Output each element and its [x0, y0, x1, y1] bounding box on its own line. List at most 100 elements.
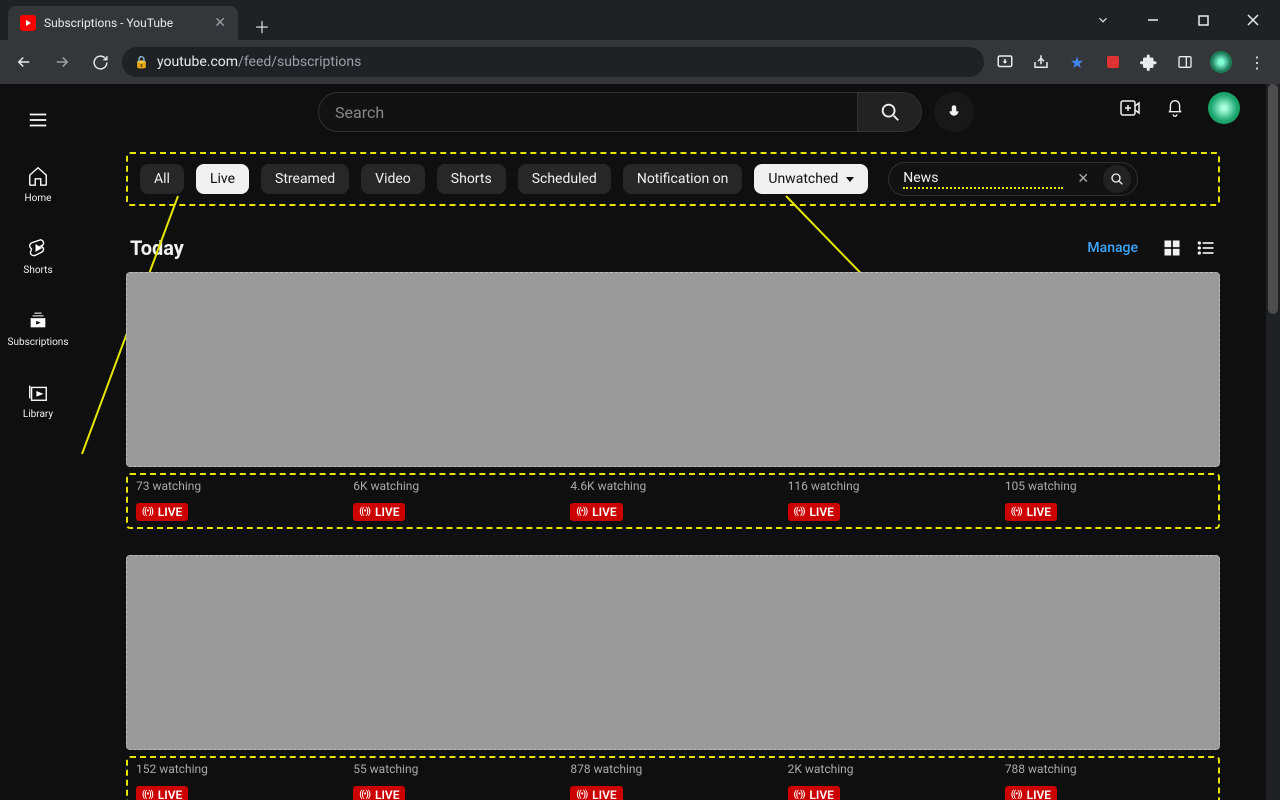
chip-live[interactable]: Live [196, 164, 249, 194]
share-icon[interactable] [1026, 47, 1056, 77]
address-bar[interactable]: 🔒 youtube.com/feed/subscriptions [122, 47, 984, 77]
tab-close-icon[interactable]: ✕ [214, 15, 226, 31]
live-badge: LIVE [788, 503, 840, 521]
search-button[interactable] [858, 92, 922, 132]
scrollbar-thumb[interactable] [1268, 84, 1278, 314]
watching-count: 878 watching [570, 762, 781, 776]
watching-count: 55 watching [353, 762, 564, 776]
watching-count: 152 watching [136, 762, 347, 776]
search-input[interactable]: Search [318, 92, 858, 132]
sidebar-item-home[interactable]: Home [0, 148, 76, 220]
list-view-icon[interactable] [1196, 238, 1216, 258]
chip-scheduled[interactable]: Scheduled [518, 164, 611, 194]
live-badge: LIVE [788, 786, 840, 800]
live-badge: LIVE [1005, 786, 1057, 800]
video-row: 73 watchingLIVE6K watchingLIVE4.6K watch… [126, 272, 1220, 529]
video-meta-row: 152 watchingLIVE55 watchingLIVE878 watch… [126, 756, 1220, 800]
filter-search-icon[interactable] [1103, 165, 1131, 193]
filter-search-value: News [903, 170, 1063, 189]
window-close-button[interactable] [1230, 4, 1276, 36]
manage-link[interactable]: Manage [1087, 240, 1138, 256]
video-meta-cell[interactable]: 788 watching LIVE [999, 762, 1216, 800]
live-badge: LIVE [353, 786, 405, 800]
home-icon [26, 164, 50, 188]
extension-icon-1[interactable] [1098, 47, 1128, 77]
grid-view-icon[interactable] [1162, 238, 1182, 258]
create-button[interactable] [1118, 96, 1142, 120]
browser-chrome: Subscriptions - YouTube ✕ ＋ 🔒 youtube.co… [0, 0, 1280, 84]
new-tab-button[interactable]: ＋ [248, 12, 276, 40]
watching-count: 116 watching [788, 479, 999, 493]
masthead: Search [76, 84, 1280, 140]
profile-button[interactable] [1206, 47, 1236, 77]
video-meta-cell[interactable]: 73 watching LIVE [130, 479, 347, 521]
titlebar: Subscriptions - YouTube ✕ ＋ [0, 0, 1280, 40]
voice-search-button[interactable] [934, 92, 974, 132]
video-meta-row: 73 watchingLIVE6K watchingLIVE4.6K watch… [126, 473, 1220, 529]
extensions-icon[interactable] [1134, 47, 1164, 77]
sidebar-label: Subscriptions [8, 337, 69, 348]
video-meta-cell[interactable]: 2K watching LIVE [782, 762, 999, 800]
live-badge: LIVE [1005, 503, 1057, 521]
video-meta-cell[interactable]: 6K watchingLIVE [347, 479, 564, 521]
window-maximize-button[interactable] [1180, 4, 1226, 36]
library-icon [26, 380, 50, 404]
section-header: Today Manage [130, 236, 1216, 260]
nav-forward-button[interactable] [46, 46, 78, 78]
chip-shorts[interactable]: Shorts [437, 164, 506, 194]
live-badge: LIVE [353, 503, 405, 521]
url-path: /feed/subscriptions [238, 54, 361, 70]
live-badge: LIVE [570, 503, 622, 521]
watching-count: 73 watching [136, 479, 347, 493]
thumbnail-strip[interactable] [126, 555, 1220, 750]
tab-search-icon[interactable] [1080, 4, 1126, 36]
url-host: youtube.com [157, 54, 238, 70]
chip-video[interactable]: Video [361, 164, 425, 194]
filter-search-field[interactable]: News ✕ [888, 162, 1138, 196]
video-meta-cell[interactable]: 105 watchingLIVE [999, 479, 1216, 521]
account-avatar[interactable] [1208, 92, 1240, 124]
sidepanel-icon[interactable] [1170, 47, 1200, 77]
sidebar-item-library[interactable]: Library [0, 364, 76, 436]
chip-all[interactable]: All [140, 164, 184, 194]
install-app-icon[interactable] [990, 47, 1020, 77]
scrollbar[interactable] [1266, 84, 1280, 800]
watching-count: 788 watching [1005, 762, 1216, 776]
video-meta-cell[interactable]: 878 watching LIVE [564, 762, 781, 800]
guide-toggle-button[interactable] [18, 100, 58, 140]
section-title: Today [130, 236, 184, 260]
browser-menu-button[interactable]: ⋮ [1242, 47, 1272, 77]
notifications-button[interactable] [1164, 97, 1186, 119]
video-meta-cell[interactable]: 4.6K watching LIVE [564, 479, 781, 521]
youtube-app: Home Shorts Subscriptions Library Search [0, 84, 1280, 800]
browser-tab[interactable]: Subscriptions - YouTube ✕ [8, 6, 238, 40]
shorts-icon [26, 236, 50, 260]
browser-toolbar: 🔒 youtube.com/feed/subscriptions ★ ⋮ [0, 40, 1280, 84]
nav-back-button[interactable] [8, 46, 40, 78]
window-minimize-button[interactable] [1130, 4, 1176, 36]
sidebar-item-subscriptions[interactable]: Subscriptions [0, 292, 76, 364]
unwatched-dropdown[interactable]: Unwatched [754, 164, 868, 194]
sidebar-label: Home [25, 193, 52, 204]
live-badge: LIVE [136, 503, 188, 521]
video-meta-cell[interactable]: 55 watching LIVE [347, 762, 564, 800]
sidebar: Home Shorts Subscriptions Library [0, 84, 76, 800]
chip-notification-on[interactable]: Notification on [623, 164, 743, 194]
youtube-favicon [20, 15, 36, 31]
live-badge: LIVE [136, 786, 188, 800]
tab-title: Subscriptions - YouTube [44, 16, 206, 30]
bookmark-star-icon[interactable]: ★ [1062, 47, 1092, 77]
subscriptions-icon [26, 308, 50, 332]
video-meta-cell[interactable]: 152 watching LIVE [130, 762, 347, 800]
sidebar-item-shorts[interactable]: Shorts [0, 220, 76, 292]
clear-icon[interactable]: ✕ [1069, 165, 1097, 193]
video-meta-cell[interactable]: 116 watching LIVE [782, 479, 999, 521]
watching-count: 4.6K watching [570, 479, 781, 493]
live-badge: LIVE [570, 786, 622, 800]
watching-count: 2K watching [788, 762, 999, 776]
filter-bar: All Live Streamed Video Shorts Scheduled… [126, 152, 1220, 206]
video-row: 152 watchingLIVE55 watchingLIVE878 watch… [126, 555, 1220, 800]
thumbnail-strip[interactable] [126, 272, 1220, 467]
chip-streamed[interactable]: Streamed [261, 164, 349, 194]
nav-reload-button[interactable] [84, 46, 116, 78]
